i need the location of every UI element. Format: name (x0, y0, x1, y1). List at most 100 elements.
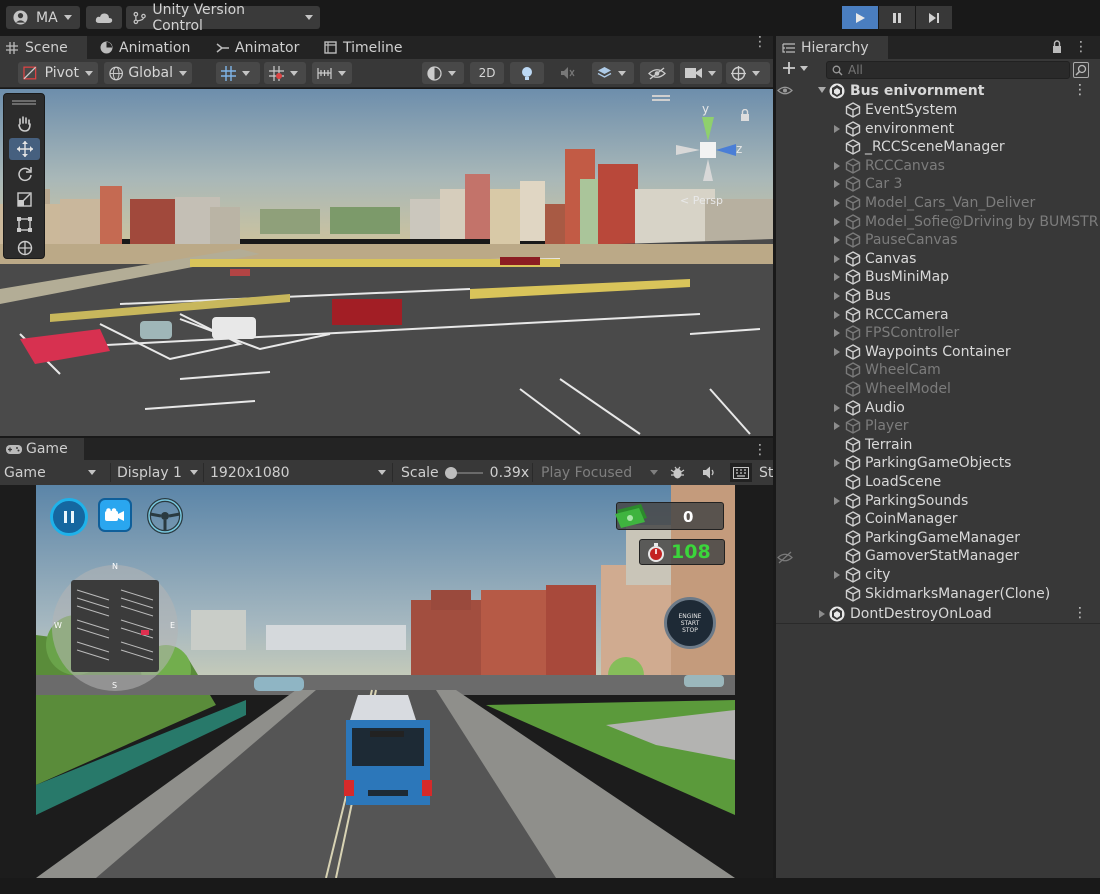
hierarchy-item[interactable]: PauseCanvas (776, 231, 1100, 249)
chevron-right-icon[interactable] (834, 254, 840, 263)
grid-snap-dropdown[interactable] (216, 62, 260, 84)
chevron-right-icon[interactable] (834, 496, 840, 505)
tab-scene[interactable]: Scene (0, 36, 87, 59)
hierarchy-item[interactable]: EventSystem (776, 101, 1100, 119)
chevron-right-icon[interactable] (834, 180, 840, 189)
steering-button[interactable] (146, 497, 184, 535)
dont-destroy-row[interactable]: DontDestroyOnLoad ⋮ (776, 605, 1100, 623)
search-filter-button[interactable] (1073, 62, 1089, 78)
play-button[interactable] (842, 6, 878, 29)
orientation-gizmo[interactable]: y z < Persp (670, 101, 752, 211)
hierarchy-item[interactable]: WheelModel (776, 380, 1100, 398)
chevron-right-icon[interactable] (834, 199, 840, 207)
hierarchy-item[interactable]: _RCCSceneManager (776, 138, 1100, 156)
hierarchy-item[interactable]: Model_Cars_Van_Deliver (776, 194, 1100, 212)
rect-tool-button[interactable] (9, 213, 40, 235)
2d-toggle[interactable]: 2D (470, 62, 504, 84)
chevron-right-icon[interactable] (834, 459, 840, 468)
increment-snap-dropdown[interactable] (264, 62, 306, 84)
chevron-right-icon[interactable] (834, 422, 840, 431)
pause-game-button[interactable] (50, 498, 88, 536)
account-dropdown[interactable]: MA (6, 6, 80, 29)
hierarchy-item[interactable]: RCCCamera (776, 306, 1100, 324)
kebab-menu-icon[interactable]: ⋮ (753, 35, 767, 49)
hierarchy-item[interactable]: BusMiniMap (776, 268, 1100, 286)
transform-tool-button[interactable] (9, 237, 40, 259)
hierarchy-item[interactable]: LoadScene (776, 473, 1100, 491)
chevron-right-icon[interactable] (834, 403, 840, 412)
hierarchy-item[interactable]: ParkingGameObjects (776, 454, 1100, 472)
chevron-right-icon[interactable] (834, 161, 840, 170)
chevron-right-icon[interactable] (834, 236, 840, 245)
kebab-menu-icon[interactable]: ⋮ (1074, 39, 1088, 55)
hierarchy-item[interactable]: ParkingSounds (776, 492, 1100, 510)
step-button[interactable] (916, 6, 952, 29)
chevron-right-icon[interactable] (819, 610, 825, 618)
chevron-right-icon[interactable] (834, 347, 840, 356)
hierarchy-item[interactable]: ParkingGameManager (776, 529, 1100, 547)
kebab-menu-icon[interactable]: ⋮ (1073, 82, 1087, 98)
hierarchy-item[interactable]: Car 3 (776, 175, 1100, 193)
chevron-right-icon[interactable] (834, 217, 840, 226)
hierarchy-item[interactable]: SkidmarksManager(Clone) (776, 585, 1100, 603)
hierarchy-item[interactable]: WheelCam (776, 361, 1100, 379)
hierarchy-item[interactable]: city (776, 566, 1100, 584)
pause-button[interactable] (879, 6, 915, 29)
rotate-tool-button[interactable] (9, 163, 40, 185)
scene-root-row[interactable]: Bus enivornment ⋮ (776, 82, 1100, 100)
hierarchy-item[interactable]: Audio (776, 399, 1100, 417)
chevron-right-icon[interactable] (834, 124, 840, 133)
hierarchy-item[interactable]: GamoverStatManager (776, 547, 1100, 565)
tab-game[interactable]: Game (0, 438, 84, 460)
game-viewport[interactable]: N S W E 0 108 ENGINE START STOP (36, 485, 735, 878)
audio-toggle[interactable] (559, 65, 575, 85)
tab-timeline[interactable]: Timeline (318, 36, 409, 59)
scale-slider-thumb[interactable] (444, 466, 457, 479)
hierarchy-item[interactable]: CoinManager (776, 510, 1100, 528)
game-view-dropdown[interactable]: Game (4, 463, 102, 482)
shading-mode-dropdown[interactable] (422, 62, 464, 84)
display-dropdown[interactable]: Display 1 (110, 463, 202, 482)
play-focus-dropdown[interactable]: Play Focused (532, 463, 662, 482)
tab-hierarchy[interactable]: Hierarchy (776, 36, 888, 59)
audio-toggle[interactable] (702, 463, 716, 482)
move-tool-button[interactable] (9, 138, 40, 160)
chevron-right-icon[interactable] (834, 310, 840, 319)
lighting-toggle[interactable] (510, 62, 544, 84)
gizmos-dropdown[interactable] (726, 62, 770, 84)
eye-icon[interactable] (777, 84, 793, 97)
kebab-menu-icon[interactable]: ⋮ (753, 442, 767, 458)
hierarchy-item[interactable]: FPSController (776, 324, 1100, 342)
hidden-objects-toggle[interactable] (640, 62, 674, 84)
chevron-right-icon[interactable] (834, 292, 840, 300)
chevron-right-icon[interactable] (834, 329, 840, 338)
keyboard-toggle[interactable] (730, 463, 752, 482)
scale-tool-button[interactable] (9, 188, 40, 210)
version-control-dropdown[interactable]: Unity Version Control (126, 2, 320, 34)
chevron-down-icon[interactable] (818, 87, 826, 93)
overlay-menu-icon[interactable] (652, 95, 670, 97)
cloud-button[interactable] (86, 6, 122, 29)
hierarchy-item[interactable]: Terrain (776, 436, 1100, 454)
hierarchy-item[interactable]: RCCCanvas (776, 157, 1100, 175)
chevron-right-icon[interactable] (834, 571, 840, 579)
hierarchy-item[interactable]: Model_Sofie@Driving by BUMSTR (776, 213, 1100, 231)
hand-tool-button[interactable] (9, 113, 40, 135)
stats-button[interactable]: St (759, 463, 773, 482)
engine-start-stop-button[interactable]: ENGINE START STOP (664, 597, 716, 649)
hierarchy-item[interactable]: Player (776, 417, 1100, 435)
hierarchy-search-input[interactable]: All (826, 61, 1070, 79)
tab-animation[interactable]: Animation (94, 36, 196, 59)
resolution-dropdown[interactable]: 1920x1080 (203, 463, 389, 482)
effects-dropdown[interactable] (592, 62, 634, 84)
bug-toggle[interactable] (670, 463, 685, 482)
hierarchy-item[interactable]: Bus (776, 287, 1100, 305)
hierarchy-item[interactable]: Waypoints Container (776, 343, 1100, 361)
pivot-dropdown[interactable]: Pivot (18, 62, 98, 84)
chevron-right-icon[interactable] (834, 273, 840, 282)
hierarchy-item[interactable]: Canvas (776, 250, 1100, 268)
scale-slider[interactable] (444, 466, 483, 479)
camera-dropdown[interactable] (680, 62, 722, 84)
create-dropdown[interactable] (782, 61, 808, 75)
tab-animator[interactable]: Animator (210, 36, 305, 59)
